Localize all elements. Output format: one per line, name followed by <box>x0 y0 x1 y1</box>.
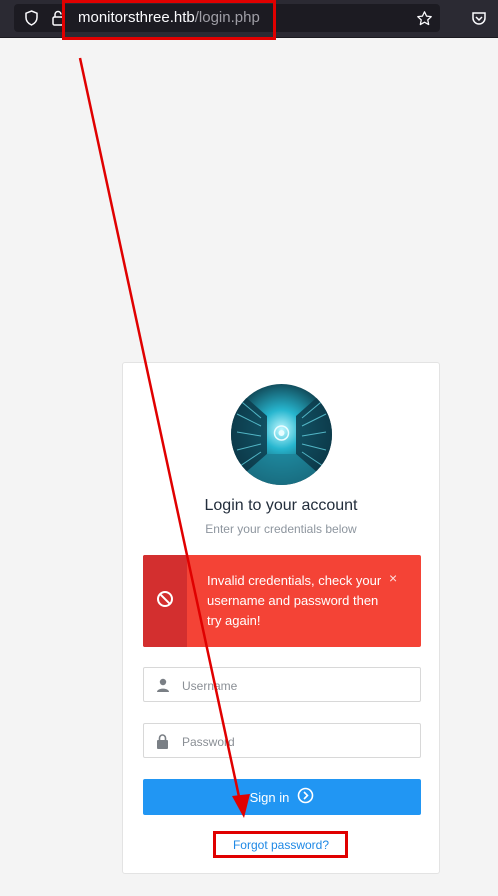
signin-button[interactable]: Sign in <box>143 779 421 815</box>
alert-message: Invalid credentials, check your username… <box>207 573 382 628</box>
star-icon[interactable] <box>414 4 434 32</box>
signin-label: Sign in <box>249 789 290 805</box>
login-title: Login to your account <box>204 497 358 514</box>
browser-toolbar: monitorsthree.htb/login.php <box>0 0 498 38</box>
password-field <box>143 723 421 759</box>
error-alert: Invalid credentials, check your username… <box>143 555 421 647</box>
shield-icon[interactable] <box>22 4 40 32</box>
alert-close-button[interactable]: × <box>389 570 397 586</box>
user-icon <box>156 678 170 697</box>
arrow-circle-right-icon <box>297 787 314 807</box>
address-bar[interactable]: monitorsthree.htb/login.php <box>14 4 440 32</box>
alert-icon-box <box>143 555 187 647</box>
url-text[interactable]: monitorsthree.htb/login.php <box>78 9 260 26</box>
server-room-logo <box>231 384 332 485</box>
padlock-icon <box>156 734 169 754</box>
login-card: Login to your account Enter your credent… <box>122 362 440 874</box>
username-field <box>143 667 421 703</box>
lock-icon[interactable] <box>50 4 66 32</box>
forgot-password-link[interactable]: Forgot password? <box>123 838 439 852</box>
password-input[interactable] <box>180 724 414 759</box>
ban-icon <box>156 590 174 613</box>
login-subtitle: Enter your credentials below <box>205 522 357 536</box>
pocket-icon[interactable] <box>468 4 490 32</box>
username-input[interactable] <box>180 668 414 703</box>
